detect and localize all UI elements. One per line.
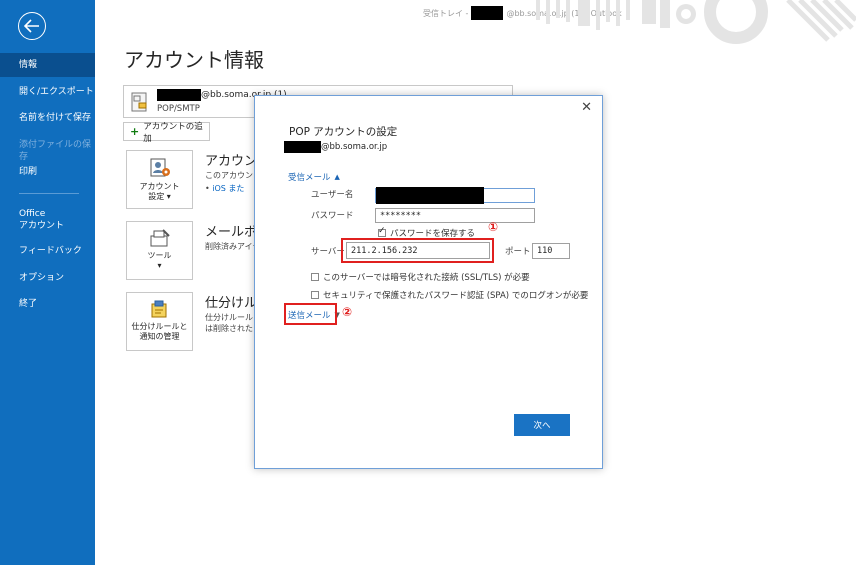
tools-icon [150, 229, 170, 247]
rules-title: 仕分けル [205, 296, 258, 311]
next-button[interactable]: 次へ [514, 414, 570, 436]
dialog-title: POP アカウントの設定 [289, 126, 398, 138]
sidebar-item-print[interactable]: 印刷 [0, 166, 95, 178]
ssl-checkbox[interactable]: このサーバーでは暗号化された接続 (SSL/TLS) が必要 [311, 271, 530, 283]
server-label: サーバー [311, 247, 345, 257]
incoming-mail-label: 受信メール [288, 173, 331, 183]
redacted-block [376, 187, 484, 204]
ios-link[interactable]: • iOS また [205, 183, 244, 194]
ssl-label: このサーバーでは暗号化された接続 (SSL/TLS) が必要 [323, 273, 530, 283]
dialog-email-suffix: @bb.soma.or.jp [321, 142, 388, 152]
rules-alerts-button[interactable]: 仕分けルールと 通知の管理 [126, 292, 193, 351]
sidebar-item-options[interactable]: オプション [0, 272, 95, 284]
mail-account-icon [131, 92, 147, 112]
header-decoration [526, 0, 856, 45]
spa-label: セキュリティで保護されたパスワード認証 (SPA) でのログオンが必要 [323, 291, 589, 301]
rules-desc: 仕分けルールと は削除されたと [205, 313, 261, 333]
account-settings-icon [150, 158, 170, 177]
server-highlight-box [341, 238, 494, 263]
sidebar-divider [19, 193, 79, 194]
redacted-block [157, 89, 201, 101]
marker-2: ② [342, 305, 353, 319]
page-title: アカウント情報 [124, 48, 264, 72]
checkbox-checked-icon [378, 226, 386, 237]
close-icon[interactable]: ✕ [581, 100, 592, 115]
title-prefix: 受信トレイ - [423, 8, 469, 18]
port-input[interactable]: 110 [532, 243, 570, 259]
spa-checkbox[interactable]: セキュリティで保護されたパスワード認証 (SPA) でのログオンが必要 [311, 289, 588, 301]
checkbox-unchecked-icon [311, 291, 319, 299]
sidebar-item-exit[interactable]: 終了 [0, 298, 95, 310]
sidebar-item-feedback[interactable]: フィードバック [0, 245, 95, 257]
password-input[interactable]: ******** [375, 208, 535, 223]
sidebar-item-save-as[interactable]: 名前を付けて保存 [0, 112, 95, 124]
plus-icon: + [130, 125, 140, 138]
checkbox-unchecked-icon [311, 273, 319, 281]
incoming-mail-toggle[interactable]: 受信メール ▲ [288, 171, 340, 183]
marker-1: ① [488, 220, 499, 234]
sidebar-item-open-export[interactable]: 開く/エクスポート [0, 86, 95, 98]
mailbox-desc: 削除済みアイテ [205, 242, 261, 251]
sidebar-item-info[interactable]: 情報 [0, 53, 95, 77]
redacted-block [471, 6, 504, 20]
tools-button[interactable]: ツール ▾ [126, 221, 193, 280]
chevron-up-icon: ▲ [334, 173, 340, 181]
username-input[interactable] [375, 187, 535, 204]
username-label: ユーザー名 [311, 190, 354, 200]
rules-alerts-label: 仕分けルールと 通知の管理 [131, 322, 188, 341]
tools-label: ツール ▾ [147, 251, 172, 270]
backstage-sidebar: 情報 開く/エクスポート 名前を付けて保存 添付ファイルの保存 印刷 Offic… [0, 0, 95, 565]
sidebar-item-save-attachments: 添付ファイルの保存 [19, 140, 92, 162]
dialog-email: @bb.soma.or.jp [284, 141, 387, 153]
pop-account-settings-dialog: ✕ POP アカウントの設定 @bb.soma.or.jp 受信メール ▲ ユー… [254, 95, 603, 469]
account-settings-label: アカウント 設定 ▾ [139, 182, 180, 201]
rules-icon [151, 300, 166, 318]
password-label: パスワード [311, 211, 354, 221]
sidebar-item-office-account[interactable]: Office アカウント [0, 208, 95, 232]
port-label: ポート [505, 247, 531, 257]
redacted-block [284, 141, 321, 153]
add-account-button[interactable]: + アカウントの追加 [123, 121, 210, 144]
ios-link-text: iOS また [212, 184, 245, 193]
account-settings-button[interactable]: アカウント 設定 ▾ [126, 150, 193, 209]
outgoing-highlight-box [284, 303, 337, 325]
add-account-label: アカウントの追加 [143, 121, 203, 144]
account-type: POP/SMTP [157, 104, 200, 114]
back-arrow-icon[interactable] [18, 12, 46, 40]
